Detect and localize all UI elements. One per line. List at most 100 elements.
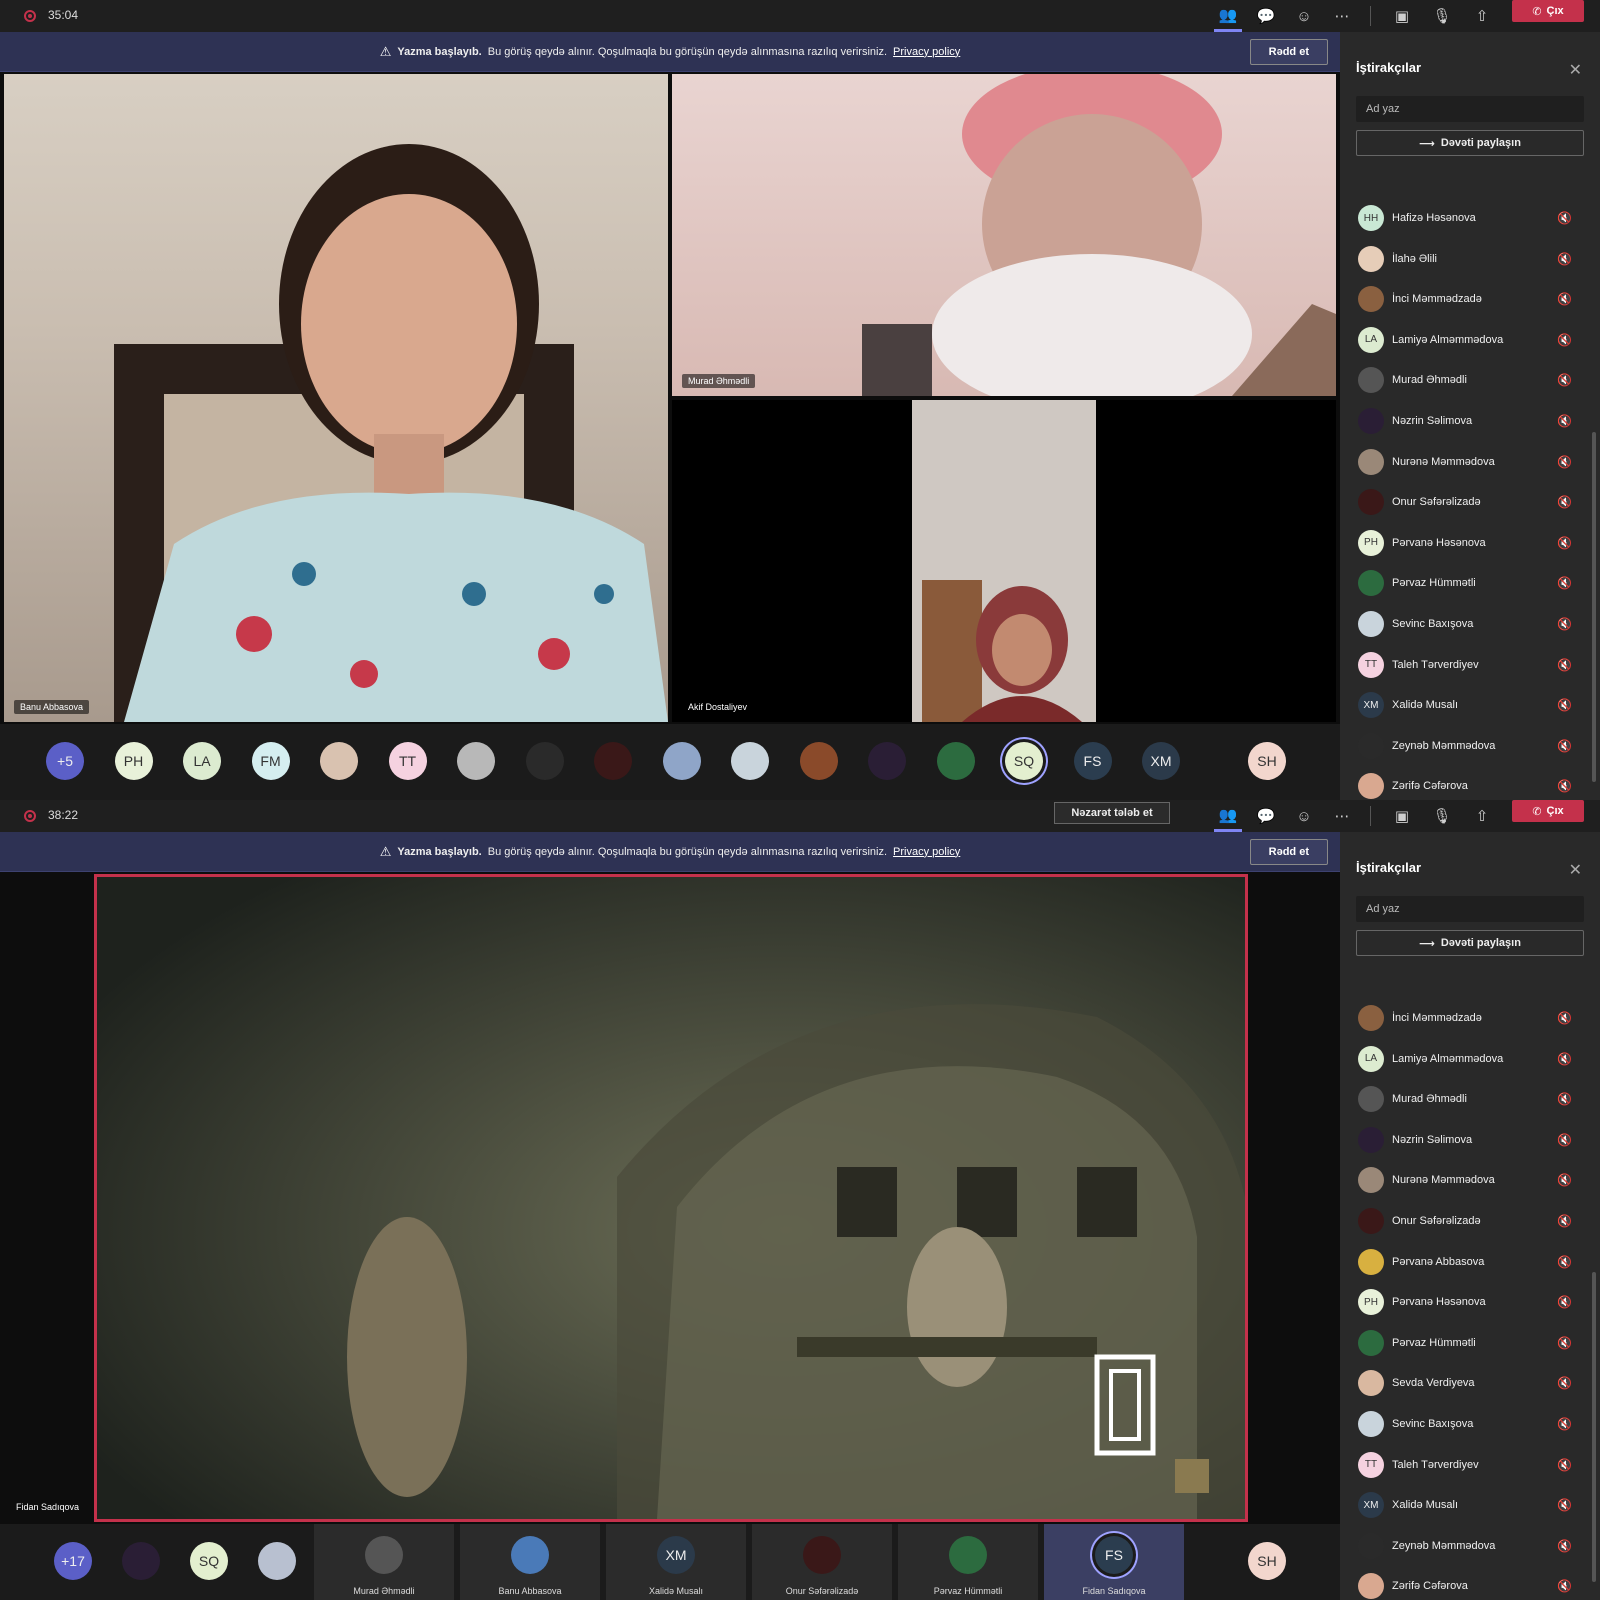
participant-row[interactable]: Nurənə Məmmədova 🔇 (1340, 442, 1600, 482)
participant-row[interactable]: TT Taleh Tərverdiyev 🔇 (1340, 645, 1600, 685)
participant-row[interactable]: Onur Səfərəlizadə 🔇 (1340, 482, 1600, 522)
participant-avatar[interactable] (731, 742, 769, 780)
participant-row[interactable]: Onur Səfərəlizadə 🔇 (1340, 1201, 1600, 1241)
video-tile-main[interactable]: Banu Abbasova (4, 74, 668, 722)
participant-avatar[interactable]: TT (388, 742, 427, 780)
participant-avatar (1358, 570, 1384, 597)
participant-video-tile[interactable]: XM Xalidə Musalı (606, 1524, 746, 1600)
participant-name-label: Fidan Sadıqova (1082, 1586, 1146, 1596)
share-screen-icon[interactable]: ⇧ (1468, 800, 1496, 832)
participant-avatar[interactable]: +5 (46, 742, 84, 780)
reactions-icon[interactable]: ☺ (1290, 800, 1318, 832)
mic-off-icon[interactable]: 🎙 (1428, 800, 1456, 832)
close-icon[interactable]: ✕ (1569, 860, 1582, 880)
request-control-button[interactable]: Nəzarət tələb et (1054, 802, 1170, 824)
participant-row[interactable]: Zeynəb Məmmədova 🔇 (1340, 726, 1600, 766)
leave-button[interactable]: ✆ Çıx (1512, 0, 1584, 22)
participant-video-tile[interactable]: Onur Səfərəlizadə (752, 1524, 892, 1600)
participant-row[interactable]: LA Lamiyə Alməmmədova 🔇 (1340, 1039, 1600, 1079)
participant-avatar[interactable] (799, 742, 838, 780)
participant-video-tile[interactable]: Banu Abbasova (460, 1524, 600, 1600)
share-invite-button[interactable]: ⟶ Dəvəti paylaşın (1356, 130, 1584, 156)
dismiss-button[interactable]: Rədd et (1249, 39, 1328, 65)
participant-row[interactable]: Pərvaz Hümmətli 🔇 (1340, 563, 1600, 603)
camera-off-icon[interactable]: ▣ (1388, 0, 1416, 32)
participant-row[interactable]: PH Pərvanə Həsənova 🔇 (1340, 523, 1600, 563)
close-icon[interactable]: ✕ (1569, 60, 1582, 80)
participant-avatar[interactable] (525, 742, 564, 780)
participant-row[interactable]: Zərifə Cəfərova 🔇 (1340, 1566, 1600, 1600)
mic-off-icon[interactable]: 🎙 (1428, 0, 1456, 32)
participant-row[interactable]: XM Xalidə Musalı 🔇 (1340, 1485, 1600, 1525)
more-options-icon[interactable]: ⋯ (1328, 0, 1356, 32)
participant-avatar[interactable]: SH (1248, 1542, 1286, 1580)
participant-avatar (1358, 1248, 1384, 1275)
share-screen-icon[interactable]: ⇧ (1468, 0, 1496, 32)
participant-video-tile[interactable]: FS Fidan Sadıqova (1044, 1524, 1184, 1600)
participant-row[interactable]: Pərvaz Hümmətli 🔇 (1340, 1323, 1600, 1363)
video-tile-top-right[interactable]: Murad Əhmədli (672, 74, 1336, 396)
reactions-icon[interactable]: ☺ (1290, 0, 1318, 32)
chat-icon[interactable]: 💬 (1252, 800, 1280, 832)
participant-row[interactable]: PH Pərvanə Həsənova 🔇 (1340, 1282, 1600, 1322)
participant-row[interactable]: TT Taleh Tərverdiyev 🔇 (1340, 1445, 1600, 1485)
participant-avatar[interactable]: PH (114, 742, 153, 780)
privacy-policy-link[interactable]: Privacy policy (893, 46, 960, 58)
camera-off-icon[interactable]: ▣ (1388, 800, 1416, 832)
participant-row[interactable]: Murad Əhmədli 🔇 (1340, 360, 1600, 400)
participant-name: Onur Səfərəlizadə (1392, 1215, 1481, 1227)
mic-muted-icon: 🔇 (1557, 738, 1572, 753)
participant-avatar[interactable] (457, 742, 495, 780)
participant-avatar[interactable] (258, 1542, 296, 1580)
participant-search-input[interactable]: Ad yaz (1356, 896, 1584, 922)
chat-icon[interactable]: 💬 (1252, 0, 1280, 32)
participant-avatar[interactable]: FS (1073, 742, 1112, 780)
participant-row[interactable]: Zərifə Cəfərova 🔇 (1340, 766, 1600, 800)
participant-row[interactable]: Sevinc Baxışova 🔇 (1340, 604, 1600, 644)
privacy-policy-link[interactable]: Privacy policy (893, 846, 960, 858)
mic-muted-icon: 🔇 (1557, 495, 1572, 510)
participant-row[interactable]: Murad Əhmədli 🔇 (1340, 1079, 1600, 1119)
participant-avatar[interactable] (662, 742, 701, 780)
participant-row[interactable]: İnci Məmmədzadə 🔇 (1340, 279, 1600, 319)
participants-icon[interactable]: 👥 (1214, 0, 1242, 32)
participant-row[interactable]: Sevinc Baxışova 🔇 (1340, 1404, 1600, 1444)
participant-name: İnci Məmmədzadə (1392, 1012, 1482, 1024)
participant-avatar[interactable]: SQ (190, 1542, 228, 1580)
panel-scrollbar[interactable] (1592, 432, 1596, 782)
participant-avatar[interactable]: +17 (54, 1542, 92, 1580)
participant-avatar[interactable]: FM (251, 742, 290, 780)
video-tile-bottom[interactable]: Akif Dostaliyev (672, 400, 1336, 722)
participant-row[interactable]: İnci Məmmədzadə 🔇 (1340, 998, 1600, 1038)
participant-avatar[interactable]: XM (1142, 742, 1180, 780)
share-invite-button[interactable]: ⟶ Dəvəti paylaşın (1356, 930, 1584, 956)
participant-row[interactable]: Nəzrin Səlimova 🔇 (1340, 1120, 1600, 1160)
participant-row[interactable]: Pərvanə Abbasova 🔇 (1340, 1242, 1600, 1282)
participant-avatar[interactable]: LA (183, 742, 221, 780)
participant-avatar[interactable] (122, 1542, 160, 1580)
participant-avatar[interactable]: SH (1248, 742, 1286, 780)
participant-row[interactable]: Nəzrin Səlimova 🔇 (1340, 401, 1600, 441)
participant-video-tile[interactable]: Pərvaz Hümmətli (898, 1524, 1038, 1600)
shared-screen-tile[interactable] (94, 874, 1248, 1522)
participant-search-input[interactable]: Ad yaz (1356, 96, 1584, 122)
more-options-icon[interactable]: ⋯ (1328, 800, 1356, 832)
participant-avatar[interactable] (594, 742, 632, 780)
participant-row[interactable]: XM Xalidə Musalı 🔇 (1340, 685, 1600, 725)
participant-row[interactable]: Zeynəb Məmmədova 🔇 (1340, 1526, 1600, 1566)
participants-icon[interactable]: 👥 (1214, 800, 1242, 832)
participant-avatar (511, 1536, 549, 1574)
participant-avatar[interactable] (868, 742, 906, 780)
participant-row[interactable]: Nurənə Məmmədova 🔇 (1340, 1160, 1600, 1200)
participant-row[interactable]: LA Lamiyə Alməmmədova 🔇 (1340, 320, 1600, 360)
participant-row[interactable]: HH Hafizə Həsənova 🔇 (1340, 198, 1600, 238)
leave-button[interactable]: ✆ Çıx (1512, 800, 1584, 822)
panel-scrollbar[interactable] (1592, 1272, 1596, 1582)
participant-avatar[interactable] (936, 742, 975, 780)
dismiss-button[interactable]: Rədd et (1249, 839, 1328, 865)
participant-row[interactable]: İlahə Əlili 🔇 (1340, 239, 1600, 279)
participant-avatar[interactable]: SQ (1005, 742, 1043, 780)
participant-avatar[interactable] (320, 742, 358, 780)
participant-row[interactable]: Sevda Verdiyeva 🔇 (1340, 1363, 1600, 1403)
participant-video-tile[interactable]: Murad Əhmədli (314, 1524, 454, 1600)
